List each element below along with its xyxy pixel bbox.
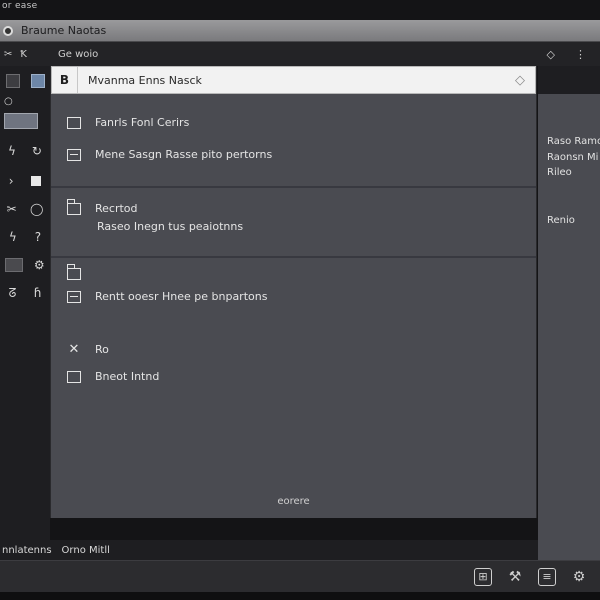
rail-row-1: [0, 70, 50, 92]
right-panel-header: [538, 66, 600, 94]
grid-view-icon[interactable]: ⊞: [474, 567, 492, 586]
rail-row-4: ϟ ↻: [0, 140, 50, 162]
square-icon[interactable]: [31, 176, 42, 186]
toolbar-label: Ge woio: [58, 48, 99, 60]
upload-icon: [66, 264, 81, 280]
bottom-edge: [0, 592, 600, 600]
app-icon: [3, 25, 13, 36]
item-label: Ro: [95, 343, 109, 356]
chevron-right-icon[interactable]: ›: [9, 174, 14, 188]
color-chip[interactable]: [30, 74, 45, 88]
wrench-icon[interactable]: ⚒: [506, 568, 524, 586]
status-bar: nnlatenns Orno Mitll: [0, 540, 538, 560]
grid-icon[interactable]: [5, 258, 24, 272]
brush-icon[interactable]: ϟ: [8, 144, 16, 158]
main-footer-label: eorere: [277, 496, 310, 507]
item-label: Recrtod: [95, 202, 138, 215]
checkbox-icon: [67, 370, 81, 383]
lasso-icon[interactable]: ᘔ: [9, 286, 17, 301]
app-window: or ease Braume Naotas ✂ Ꝁ Ge woio ◇ ⋮ ○ …: [0, 0, 600, 600]
right-panel-line: Rileo: [547, 167, 572, 178]
list-view-icon[interactable]: ≡: [538, 567, 556, 586]
circle-icon[interactable]: ○: [4, 96, 13, 107]
section-divider: [51, 186, 536, 188]
scissors-icon[interactable]: ✂: [4, 49, 12, 60]
status-left: nnlatenns: [2, 544, 52, 556]
rail-row-7: ϟ ?: [0, 226, 50, 248]
menu-icon[interactable]: ⋮: [575, 48, 586, 61]
window-title: Braume Naotas: [21, 24, 107, 37]
item-label: Raseo Inegn tus peaiotnns: [97, 220, 244, 233]
list-item[interactable]: Recrtod: [66, 198, 138, 215]
list-item[interactable]: Rentt ooesr Hnee pe bnpartons: [67, 290, 267, 303]
item-label: Fanrls Fonl Cerirs: [95, 116, 190, 129]
search-input[interactable]: [78, 73, 505, 87]
toolbar-actions: ◇ ⋮: [547, 48, 600, 61]
rail-row-3: [0, 110, 50, 132]
ring-icon[interactable]: ◯: [30, 202, 43, 216]
text-icon[interactable]: Ꝁ: [20, 49, 27, 60]
list-item[interactable]: ✕ Ro: [67, 342, 109, 357]
rail-row-9: ᘔ ɦ: [0, 282, 50, 304]
refresh-icon[interactable]: ↻: [32, 144, 42, 158]
layer-chip[interactable]: [5, 74, 20, 88]
question-icon[interactable]: ?: [35, 230, 41, 244]
list-item[interactable]: [66, 264, 81, 280]
right-panel-line: Raso Ramo: [547, 136, 600, 147]
section-divider: [51, 256, 536, 258]
rail-row-5: ›: [0, 170, 50, 192]
list-item[interactable]: Fanrls Fonl Cerirs: [67, 116, 189, 129]
checkbox-icon: [67, 116, 81, 129]
item-label: Bneot Intnd: [95, 370, 160, 383]
pen-icon[interactable]: ϟ: [9, 230, 17, 244]
left-tool-rail: ○ ϟ ↻ › ✂ ◯ ϟ ? ⚙ ᘔ ɦ: [0, 66, 50, 540]
folder-icon: [66, 198, 81, 215]
status-right: Orno Mitll: [61, 544, 110, 556]
screen-caption: or ease: [2, 1, 38, 11]
rail-row-2: ○: [0, 90, 50, 112]
gear-icon[interactable]: ⚙: [34, 258, 45, 272]
right-panel-line: Raonsn Mi: [547, 152, 599, 163]
bottom-toolbar: ⊞ ⚒ ≡ ⚙: [0, 560, 600, 592]
toolbar: ✂ Ꝁ Ge woio ◇ ⋮: [0, 42, 600, 66]
selected-tool-button[interactable]: [4, 113, 38, 129]
list-box-icon: [67, 148, 81, 161]
item-label: Rentt ooesr Hnee pe bnpartons: [95, 290, 268, 303]
scissors-tool-icon[interactable]: ✂: [7, 202, 17, 216]
close-icon: ✕: [68, 342, 80, 357]
list-item-sub[interactable]: Raseo Inegn tus peaiotnns: [97, 220, 243, 233]
item-label: Mene Sasgn Rasse pito pertorns: [95, 148, 273, 161]
right-panel: [538, 94, 600, 560]
settings-icon[interactable]: ⚙: [570, 568, 588, 586]
list-item[interactable]: Bneot Intnd: [67, 370, 159, 383]
main-panel: B ◇ Fanrls Fonl Cerirs Mene Sasgn Rasse …: [50, 66, 537, 518]
list-box-icon: [67, 290, 81, 303]
toolbar-tools: ✂ Ꝁ: [0, 49, 52, 60]
rail-row-8: ⚙: [0, 254, 50, 276]
diamond-option-icon[interactable]: ◇: [505, 73, 535, 88]
search-bar: B ◇: [51, 66, 536, 94]
search-prefix[interactable]: B: [52, 67, 78, 93]
rail-row-6: ✂ ◯: [0, 198, 50, 220]
diamond-icon[interactable]: ◇: [547, 48, 555, 61]
right-panel-line: Renio: [547, 215, 575, 226]
list-item[interactable]: Mene Sasgn Rasse pito pertorns: [67, 148, 272, 161]
hook-icon[interactable]: ɦ: [34, 286, 42, 300]
title-bar: Braume Naotas: [0, 20, 600, 42]
